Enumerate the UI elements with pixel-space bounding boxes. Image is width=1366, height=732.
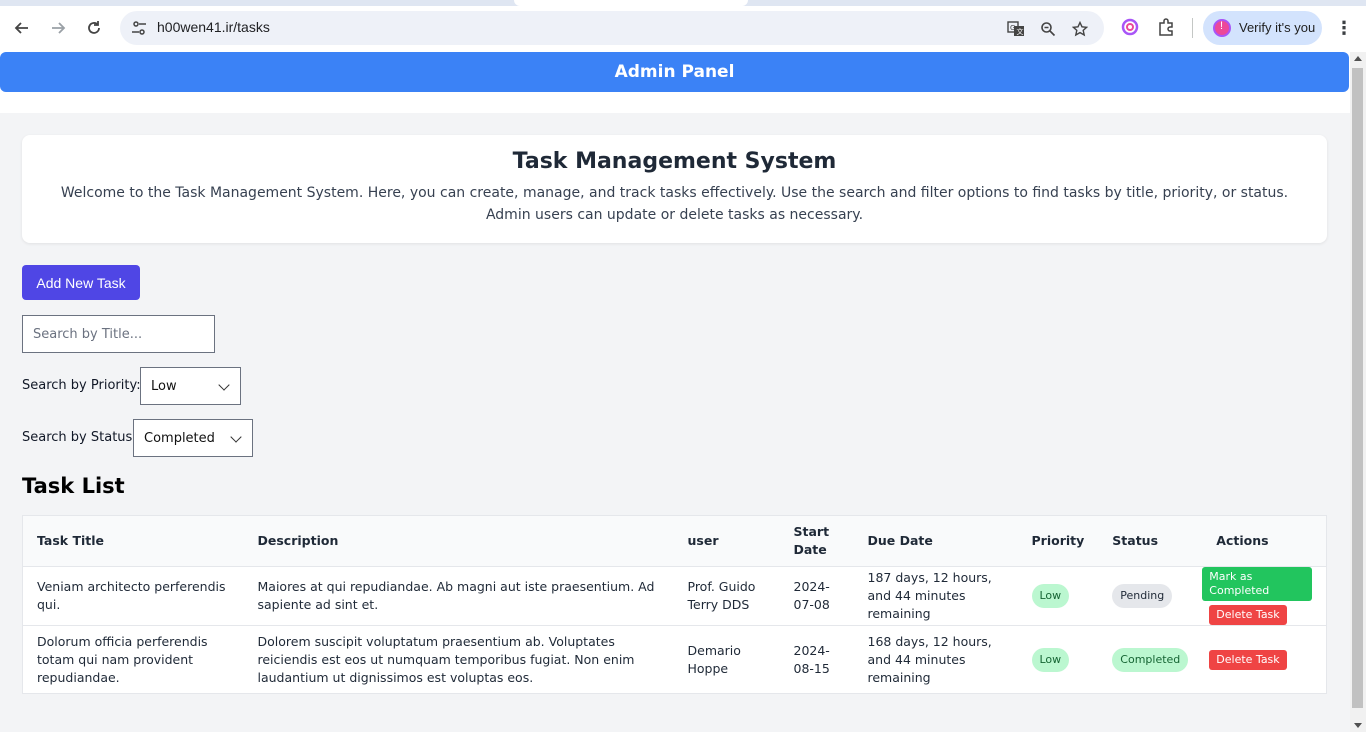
extension-icon[interactable] [1119, 16, 1141, 38]
intro-text: Welcome to the Task Management System. H… [60, 185, 1289, 223]
status-cell: Completed [1098, 625, 1203, 694]
back-icon[interactable] [6, 12, 38, 44]
task-description-cell: Maiores at qui repudiandae. Ab magni aut… [243, 566, 674, 626]
browser-toolbar: h00wen41.ir/tasks 文G Verify it's you ⋮ [0, 0, 1366, 52]
page-scrollbar[interactable] [1350, 52, 1366, 732]
active-tab[interactable] [514, 0, 748, 6]
url-text[interactable]: h00wen41.ir/tasks [157, 19, 270, 35]
address-bar[interactable]: h00wen41.ir/tasks 文G [120, 11, 1104, 45]
actions-cell: Delete Task [1202, 625, 1327, 694]
task-due-cell: 168 days, 12 hours, and 44 minutes remai… [853, 625, 1018, 694]
table-row: Veniam architecto perferendis qui. Maior… [22, 566, 1327, 626]
actions-cell: Mark as Completed Delete Task [1202, 566, 1327, 626]
scroll-down-icon[interactable] [1354, 723, 1362, 728]
table-header-row: Task Title Description user Start Date D… [22, 515, 1327, 567]
status-badge: Completed [1112, 647, 1189, 672]
puzzle-icon[interactable] [1155, 16, 1177, 38]
priority-filter-label: Search by Priority: [22, 378, 141, 393]
task-start-cell: 2024-07-08 [779, 566, 854, 626]
svg-text:文: 文 [1017, 27, 1024, 36]
status-filter-label: Search by Status: [22, 430, 137, 445]
site-settings-icon[interactable] [130, 19, 148, 37]
column-header: Status [1098, 515, 1203, 567]
intro-card: Task Management System Welcome to the Ta… [22, 135, 1327, 243]
task-user-cell: Prof. Guido Terry DDS [673, 566, 780, 626]
column-header: Due Date [853, 515, 1018, 567]
svg-text:G: G [1010, 24, 1015, 32]
status-badge: Pending [1112, 584, 1173, 608]
search-title-input[interactable] [22, 315, 215, 353]
translate-icon[interactable]: 文G [1006, 19, 1026, 39]
priority-select-value: Low [151, 378, 177, 394]
page-title: Task Management System [512, 149, 837, 174]
mark-completed-button[interactable]: Mark as Completed [1202, 567, 1312, 601]
scrollbar-thumb[interactable] [1352, 68, 1363, 708]
add-new-task-button[interactable]: Add New Task [22, 265, 140, 300]
task-due-cell: 187 days, 12 hours, and 44 minutes remai… [853, 566, 1018, 626]
task-title-cell: Veniam architecto perferendis qui. [22, 566, 244, 626]
priority-cell: Low [1017, 625, 1099, 694]
status-select-value: Completed [144, 430, 215, 446]
task-description-cell: Dolorem suscipit voluptatum praesentium … [243, 625, 674, 694]
status-cell: Pending [1098, 566, 1203, 626]
column-header: Description [243, 515, 674, 567]
task-table: Task Title Description user Start Date D… [22, 515, 1327, 694]
priority-badge: Low [1031, 647, 1070, 672]
page-header-title: Admin Panel [614, 62, 735, 82]
delete-task-button[interactable]: Delete Task [1209, 605, 1287, 625]
scroll-up-icon[interactable] [1354, 56, 1362, 61]
delete-task-button[interactable]: Delete Task [1209, 649, 1287, 670]
task-start-cell: 2024-08-15 [779, 625, 854, 694]
chevron-down-icon [230, 431, 242, 443]
column-header: Priority [1017, 515, 1099, 567]
task-title-cell: Dolorum officia perferendis totam qui na… [22, 625, 244, 694]
profile-button[interactable]: Verify it's you [1203, 11, 1322, 45]
status-select[interactable]: Completed [133, 419, 253, 457]
admin-header: Admin Panel [0, 52, 1349, 92]
page: Admin Panel Task Management System Welco… [0, 52, 1350, 732]
zoom-icon[interactable] [1038, 19, 1058, 39]
tab-strip [0, 0, 1366, 6]
column-header: Start Date [779, 515, 854, 567]
column-header: Actions [1202, 515, 1327, 567]
forward-icon[interactable] [42, 12, 74, 44]
star-icon[interactable] [1070, 19, 1090, 39]
column-header: Task Title [22, 515, 244, 567]
priority-select[interactable]: Low [140, 367, 241, 405]
toolbar-divider [1192, 18, 1193, 38]
task-list-title: Task List [22, 474, 125, 498]
table-row: Dolorum officia perferendis totam qui na… [22, 625, 1327, 694]
priority-badge: Low [1031, 584, 1070, 608]
chevron-down-icon [218, 379, 230, 391]
profile-label: Verify it's you [1239, 20, 1316, 35]
reload-icon[interactable] [78, 12, 110, 44]
priority-cell: Low [1017, 566, 1099, 626]
column-header: user [673, 515, 780, 567]
task-user-cell: Demario Hoppe [673, 625, 780, 694]
profile-avatar [1213, 19, 1231, 37]
kebab-menu-icon[interactable]: ⋮ [1334, 16, 1354, 40]
